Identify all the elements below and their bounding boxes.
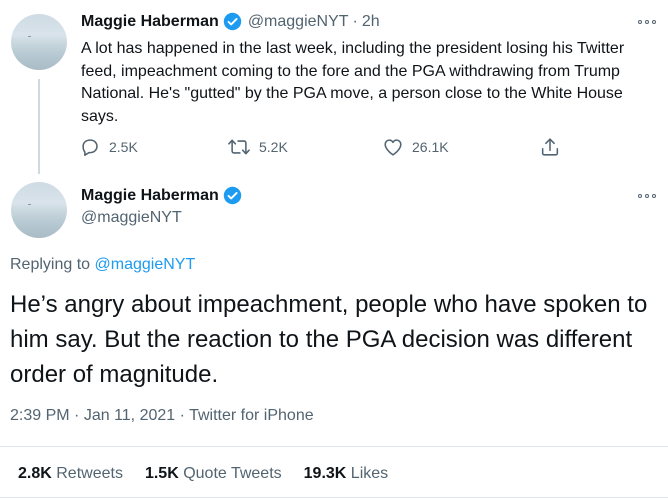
tweet-time[interactable]: 2h [362,13,380,31]
retweet-icon [227,136,259,158]
more-icon[interactable] [638,194,656,198]
separator-dot: · [179,407,185,424]
replying-prefix: Replying to [10,256,95,273]
thread-connector-line [38,79,40,174]
tweet-time[interactable]: 2:39 PM [10,407,70,424]
divider [0,497,668,498]
avatar[interactable] [11,14,67,70]
quote-tweets-stat[interactable]: 1.5K Quote Tweets [145,465,282,483]
likes-stat[interactable]: 19.3K Likes [304,465,389,483]
likes-label: Likes [350,465,389,482]
retweet-button[interactable]: 5.2K [227,136,288,158]
tweet-stats: 2.8K Retweets 1.5K Quote Tweets 19.3K Li… [18,465,410,483]
handle[interactable]: @maggieNYT [248,13,349,31]
share-button[interactable] [539,136,569,158]
avatar-detail [28,36,31,37]
separator-dot: · [74,407,80,424]
replying-to: Replying to @maggieNYT [10,256,195,274]
quote-label: Quote Tweets [183,465,282,482]
verified-badge-icon [223,186,242,205]
tweet-text: A lot has happened in the last week, inc… [81,40,625,125]
display-name[interactable]: Maggie Haberman [81,187,219,205]
more-icon[interactable] [638,20,656,24]
avatar-detail [28,204,31,205]
like-button[interactable]: 26.1K [382,136,449,158]
replying-handle-link[interactable]: @maggieNYT [95,256,196,273]
reply-count: 2.5K [109,139,138,155]
avatar[interactable] [11,182,67,238]
tweet-text: He’s angry about impeachment, people who… [10,291,648,388]
likes-count: 19.3K [303,465,347,482]
separator-dot: · [352,12,358,30]
divider [0,446,668,447]
retweets-count: 2.8K [18,465,52,482]
retweets-label: Retweets [56,465,123,482]
verified-badge-icon [223,12,242,31]
retweet-count: 5.2K [259,139,288,155]
share-icon [539,136,569,158]
display-name[interactable]: Maggie Haberman [81,13,219,31]
tweet1-header: Maggie Haberman @maggieNYT · 2h [81,12,380,31]
retweets-stat[interactable]: 2.8K Retweets [18,465,123,483]
tweet-actions: 2.5K 5.2K 26.1K [79,136,559,160]
quote-count: 1.5K [144,465,179,482]
reply-icon [79,136,109,158]
like-count: 26.1K [412,139,449,155]
tweet2-header: Maggie Haberman [81,186,242,205]
tweet-source[interactable]: Twitter for iPhone [189,407,314,424]
tweet-meta: 2:39 PM · Jan 11, 2021 · Twitter for iPh… [10,407,314,425]
tweet-thread: Maggie Haberman @maggieNYT · 2h A lot ha… [0,0,668,500]
like-icon [382,136,412,158]
handle[interactable]: @maggieNYT [81,209,182,227]
reply-button[interactable]: 2.5K [79,136,138,158]
tweet-date[interactable]: Jan 11, 2021 [84,407,175,424]
